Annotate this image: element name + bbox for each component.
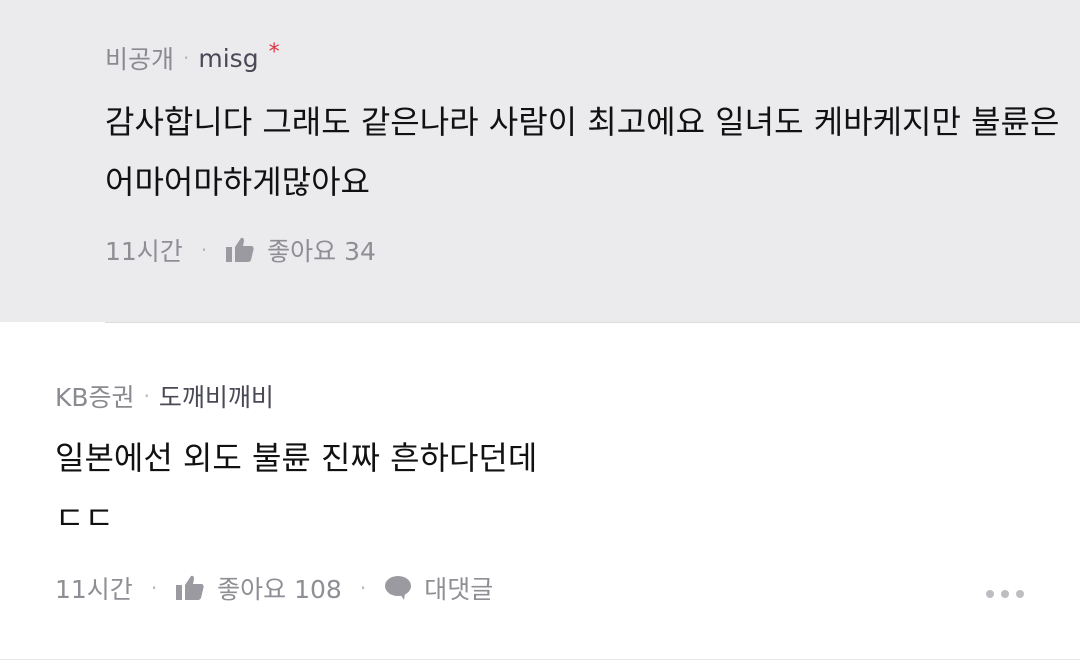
reply-time: 11시간 xyxy=(105,237,183,266)
dot xyxy=(1016,590,1024,598)
thumbs-up-icon xyxy=(176,575,204,600)
reply-text-line: 감사합니다 그래도 같은나라 사람이 최고에요 일녀도 케바케지만 불륜은 xyxy=(105,103,1060,141)
reply-meta: 비공개 · misg * xyxy=(105,40,280,76)
reply-company: 비공개 xyxy=(105,45,175,74)
reply-text-line: 어마어마하게많아요 xyxy=(105,163,370,201)
like-button[interactable]: 좋아요 34 xyxy=(225,232,376,268)
meta-separator: · xyxy=(359,576,367,600)
reply-actions: 11시간 · 좋아요 34 xyxy=(105,232,376,268)
meta-separator: · xyxy=(143,384,150,408)
thumbs-up-icon xyxy=(226,237,254,262)
comment-nickname[interactable]: 도깨비깨비 xyxy=(159,378,274,414)
dot xyxy=(986,590,994,598)
meta-separator: · xyxy=(150,576,158,600)
reply-button[interactable]: 대댓글 xyxy=(384,570,493,606)
like-button[interactable]: 좋아요 108 xyxy=(175,570,342,606)
meta-separator: · xyxy=(183,46,190,70)
comment-text: 일본에선 외도 불륜 진짜 흔하다던데 ㄷㄷ xyxy=(55,428,537,548)
comment-text-line: ㄷㄷ xyxy=(55,499,114,537)
meta-separator: · xyxy=(200,238,208,262)
speech-bubble-icon xyxy=(385,576,412,600)
comment-text-line: 일본에선 외도 불륜 진짜 흔하다던데 xyxy=(55,439,538,477)
comment-company: KB증권 xyxy=(55,383,135,412)
comment-meta: KB증권 · 도깨비깨비 xyxy=(55,378,274,414)
dot xyxy=(1001,590,1009,598)
more-dots-icon[interactable] xyxy=(986,590,1024,598)
like-count: 좋아요 34 xyxy=(267,237,376,266)
comment-actions: 11시간 · 좋아요 108 · 대댓글 xyxy=(55,570,493,606)
reply-nickname[interactable]: misg xyxy=(198,44,258,73)
author-marker: * xyxy=(268,39,280,65)
reply-comment: 비공개 · misg * 감사합니다 그래도 같은나라 사람이 최고에요 일녀도… xyxy=(0,0,1080,322)
divider xyxy=(105,322,1080,323)
reply-label: 대댓글 xyxy=(424,575,494,604)
divider xyxy=(0,659,1080,660)
reply-text: 감사합니다 그래도 같은나라 사람이 최고에요 일녀도 케바케지만 불륜은 어마… xyxy=(105,92,1059,212)
comment-time: 11시간 xyxy=(55,575,133,604)
like-count: 좋아요 108 xyxy=(217,575,342,604)
